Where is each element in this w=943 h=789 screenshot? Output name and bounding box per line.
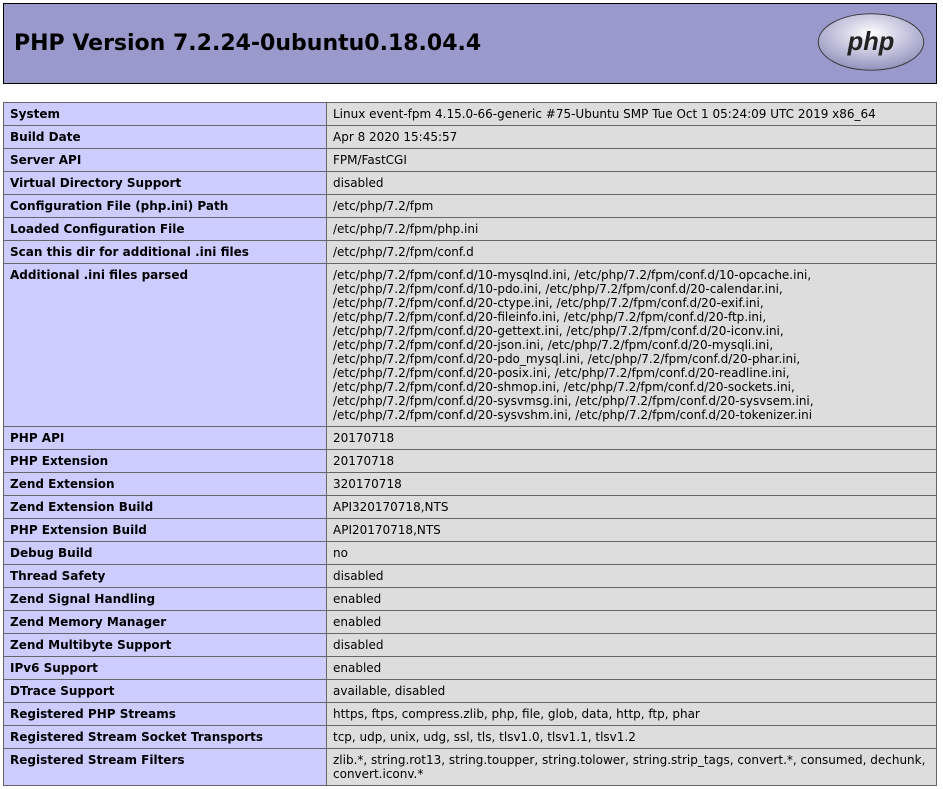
- info-value: disabled: [327, 172, 937, 195]
- info-value: /etc/php/7.2/fpm/conf.d: [327, 241, 937, 264]
- info-value: Apr 8 2020 15:45:57: [327, 126, 937, 149]
- info-label: DTrace Support: [4, 680, 327, 703]
- info-value: /etc/php/7.2/fpm: [327, 195, 937, 218]
- table-row: PHP API20170718: [4, 427, 937, 450]
- info-label: Registered Stream Socket Transports: [4, 726, 327, 749]
- info-value: /etc/php/7.2/fpm/conf.d/10-mysqlnd.ini, …: [327, 264, 937, 427]
- info-label: Scan this dir for additional .ini files: [4, 241, 327, 264]
- info-label: PHP Extension Build: [4, 519, 327, 542]
- table-row: Additional .ini files parsed/etc/php/7.2…: [4, 264, 937, 427]
- info-label: Registered Stream Filters: [4, 749, 327, 786]
- table-row: Configuration File (php.ini) Path/etc/ph…: [4, 195, 937, 218]
- table-row: Loaded Configuration File/etc/php/7.2/fp…: [4, 218, 937, 241]
- info-label: Zend Extension: [4, 473, 327, 496]
- table-row: Zend Extension320170718: [4, 473, 937, 496]
- table-row: Registered Stream Filterszlib.*, string.…: [4, 749, 937, 786]
- table-row: SystemLinux event-fpm 4.15.0-66-generic …: [4, 103, 937, 126]
- info-label: System: [4, 103, 327, 126]
- info-value: /etc/php/7.2/fpm/php.ini: [327, 218, 937, 241]
- table-row: Server APIFPM/FastCGI: [4, 149, 937, 172]
- info-label: Zend Multibyte Support: [4, 634, 327, 657]
- info-label: Server API: [4, 149, 327, 172]
- info-value: zlib.*, string.rot13, string.toupper, st…: [327, 749, 937, 786]
- table-row: Debug Buildno: [4, 542, 937, 565]
- info-label: PHP Extension: [4, 450, 327, 473]
- info-label: Debug Build: [4, 542, 327, 565]
- info-value: API320170718,NTS: [327, 496, 937, 519]
- info-label: Zend Extension Build: [4, 496, 327, 519]
- table-row: IPv6 Supportenabled: [4, 657, 937, 680]
- info-value: API20170718,NTS: [327, 519, 937, 542]
- info-value: 20170718: [327, 427, 937, 450]
- php-logo: php: [816, 12, 926, 75]
- table-row: PHP Extension BuildAPI20170718,NTS: [4, 519, 937, 542]
- svg-text:php: php: [847, 28, 895, 56]
- info-value: disabled: [327, 634, 937, 657]
- info-value: FPM/FastCGI: [327, 149, 937, 172]
- table-row: Zend Multibyte Supportdisabled: [4, 634, 937, 657]
- info-value: https, ftps, compress.zlib, php, file, g…: [327, 703, 937, 726]
- php-info-table: SystemLinux event-fpm 4.15.0-66-generic …: [3, 102, 937, 786]
- info-value: enabled: [327, 588, 937, 611]
- info-label: IPv6 Support: [4, 657, 327, 680]
- php-logo-icon: php: [816, 12, 926, 72]
- table-row: Zend Memory Managerenabled: [4, 611, 937, 634]
- info-label: Additional .ini files parsed: [4, 264, 327, 427]
- info-value: disabled: [327, 565, 937, 588]
- table-row: Zend Extension BuildAPI320170718,NTS: [4, 496, 937, 519]
- php-version-title: PHP Version 7.2.24-0ubuntu0.18.04.4: [14, 31, 481, 56]
- php-info-header: PHP Version 7.2.24-0ubuntu0.18.04.4 php: [3, 3, 937, 84]
- table-row: Registered Stream Socket Transportstcp, …: [4, 726, 937, 749]
- info-label: Build Date: [4, 126, 327, 149]
- table-row: DTrace Supportavailable, disabled: [4, 680, 937, 703]
- info-value: available, disabled: [327, 680, 937, 703]
- info-value: Linux event-fpm 4.15.0-66-generic #75-Ub…: [327, 103, 937, 126]
- info-value: enabled: [327, 611, 937, 634]
- table-row: Build DateApr 8 2020 15:45:57: [4, 126, 937, 149]
- info-label: Configuration File (php.ini) Path: [4, 195, 327, 218]
- info-label: Registered PHP Streams: [4, 703, 327, 726]
- info-value: 320170718: [327, 473, 937, 496]
- info-label: Zend Signal Handling: [4, 588, 327, 611]
- table-row: Registered PHP Streamshttps, ftps, compr…: [4, 703, 937, 726]
- table-row: Scan this dir for additional .ini files/…: [4, 241, 937, 264]
- table-row: PHP Extension20170718: [4, 450, 937, 473]
- info-value: enabled: [327, 657, 937, 680]
- table-row: Virtual Directory Supportdisabled: [4, 172, 937, 195]
- info-value: no: [327, 542, 937, 565]
- info-value: tcp, udp, unix, udg, ssl, tls, tlsv1.0, …: [327, 726, 937, 749]
- info-label: Loaded Configuration File: [4, 218, 327, 241]
- table-row: Thread Safetydisabled: [4, 565, 937, 588]
- info-label: PHP API: [4, 427, 327, 450]
- info-label: Virtual Directory Support: [4, 172, 327, 195]
- info-value: 20170718: [327, 450, 937, 473]
- table-row: Zend Signal Handlingenabled: [4, 588, 937, 611]
- info-label: Thread Safety: [4, 565, 327, 588]
- info-label: Zend Memory Manager: [4, 611, 327, 634]
